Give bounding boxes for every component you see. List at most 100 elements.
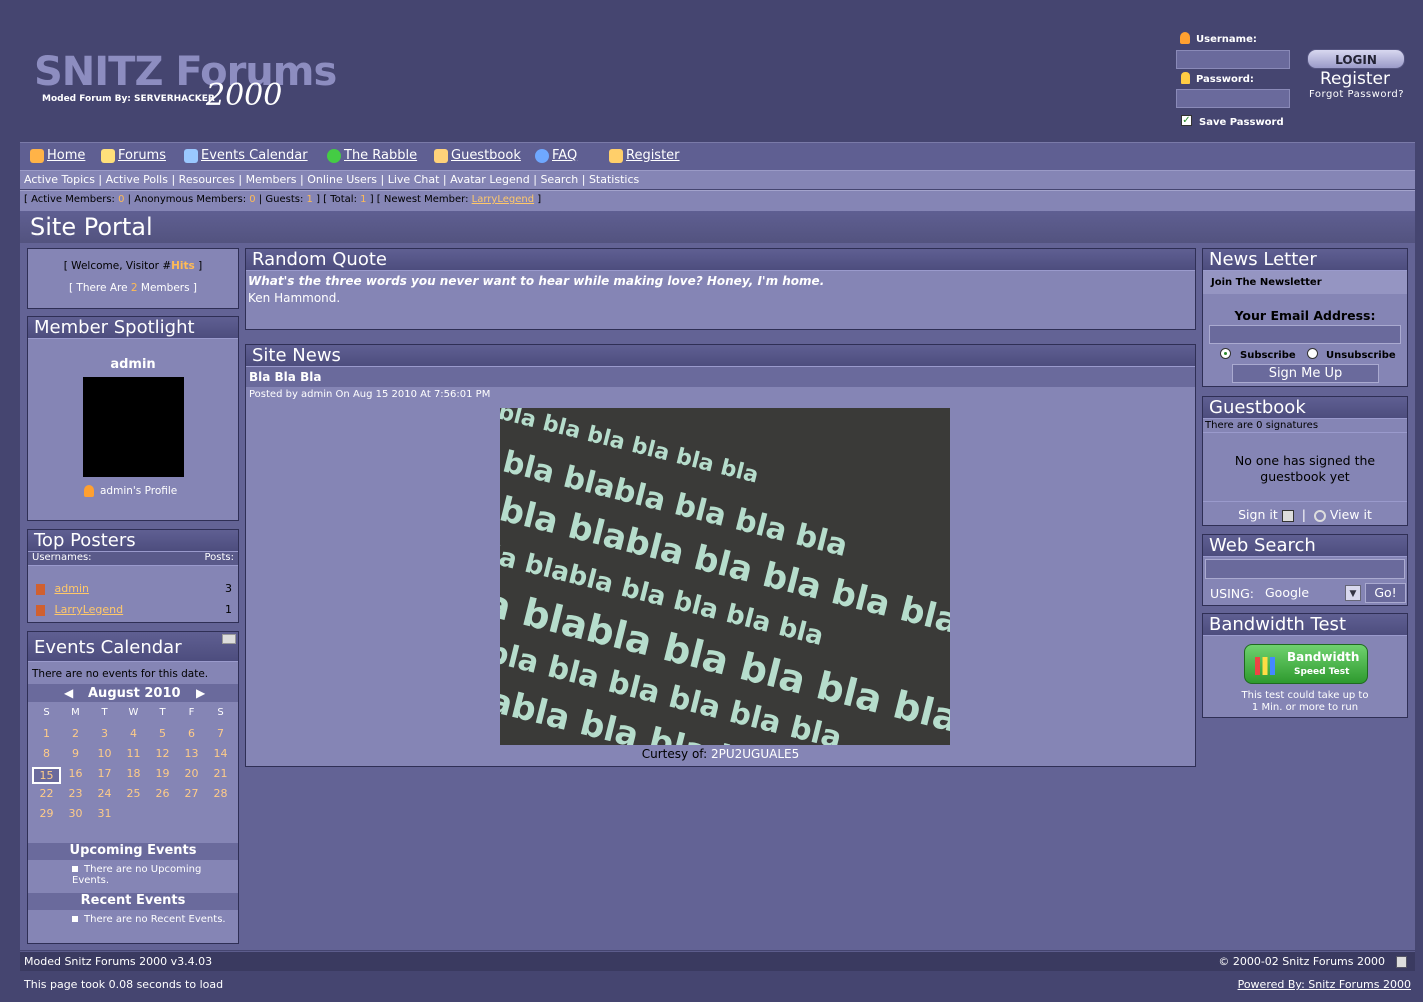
calendar-day[interactable]: 7 — [206, 727, 235, 740]
page-load-time: This page took 0.08 seconds to load — [24, 978, 224, 991]
calendar-day[interactable]: 25 — [119, 787, 148, 800]
calendar-day[interactable]: 11 — [119, 747, 148, 760]
sign-icon — [1281, 509, 1294, 522]
newsletter-title: News Letter — [1203, 249, 1407, 271]
calendar-day[interactable]: 26 — [148, 787, 177, 800]
calendar-empty — [206, 807, 235, 820]
calendar-day[interactable]: 29 — [32, 807, 61, 820]
guestbook-count: There are 0 signatures — [1203, 419, 1407, 433]
sign-guestbook-link[interactable]: Sign it — [1238, 507, 1294, 522]
members-text: [ There Are — [68, 282, 131, 294]
home-icon — [30, 148, 44, 163]
next-month-icon[interactable]: ▶ — [196, 686, 205, 700]
engine-select[interactable]: Google ▼ — [1261, 583, 1361, 603]
web-search-input[interactable] — [1205, 559, 1405, 579]
dow: M — [71, 707, 80, 718]
page-title: Site Portal — [30, 213, 153, 241]
go-button[interactable]: Go! — [1365, 583, 1406, 603]
forums-icon — [101, 148, 115, 163]
nav-home[interactable]: Home — [30, 148, 85, 163]
bandwidth-test-button[interactable]: Bandwidth Speed Test — [1244, 644, 1368, 684]
nav-guestbook[interactable]: Guestbook — [434, 148, 521, 163]
subnav-statistics[interactable]: Statistics — [589, 173, 639, 186]
recent-label: There are no Recent Events. — [84, 914, 226, 925]
save-password-checkbox[interactable]: ✓ — [1181, 115, 1192, 126]
prev-month-icon[interactable]: ◀ — [64, 686, 73, 700]
logo-subtitle: Moded Forum By: SERVERHACKER — [42, 94, 215, 104]
subscribe-radio[interactable] — [1220, 348, 1231, 359]
site-logo[interactable]: SNITZ Forums Moded Forum By: SERVERHACKE… — [34, 52, 337, 113]
calendar-day[interactable]: 18 — [119, 767, 148, 784]
view-guestbook-link[interactable]: View it — [1313, 507, 1372, 522]
calendar-day[interactable]: 2 — [61, 727, 90, 740]
user-icon — [1180, 32, 1190, 44]
subnav-resources[interactable]: Resources — [179, 173, 235, 186]
nav-the-rabble[interactable]: The Rabble — [327, 148, 417, 163]
calendar-day[interactable]: 14 — [206, 747, 235, 760]
forgot-password-link[interactable]: Forgot Password? — [1309, 89, 1404, 100]
table-row: LarryLegend 1 — [36, 603, 232, 616]
newsletter-email-input[interactable] — [1209, 325, 1401, 344]
subscribe-label: Subscribe — [1240, 350, 1296, 361]
register-link[interactable]: Register — [1320, 69, 1390, 89]
calendar-day[interactable]: 30 — [61, 807, 90, 820]
calendar-day[interactable]: 24 — [90, 787, 119, 800]
newest-member-link[interactable]: LarryLegend — [472, 194, 534, 205]
calendar-day[interactable]: 6 — [177, 727, 206, 740]
unsubscribe-radio[interactable] — [1307, 348, 1318, 359]
calendar-day[interactable]: 21 — [206, 767, 235, 784]
nav-faq[interactable]: FAQ — [535, 148, 577, 163]
pencil-icon — [434, 148, 448, 163]
calendar-day[interactable]: 31 — [90, 807, 119, 820]
recent-events-text: There are no Recent Events. — [72, 914, 232, 925]
login-button[interactable]: LOGIN — [1307, 49, 1405, 69]
nav-label: The Rabble — [344, 148, 418, 163]
calendar-day[interactable]: 3 — [90, 727, 119, 740]
calendar-day[interactable]: 9 — [61, 747, 90, 760]
calendar-day[interactable]: 27 — [177, 787, 206, 800]
nav-forums[interactable]: Forums — [101, 148, 166, 163]
calendar-day[interactable]: 17 — [90, 767, 119, 784]
calendar-day[interactable]: 8 — [32, 747, 61, 760]
medal-icon — [36, 604, 45, 616]
dow: T — [159, 707, 166, 718]
calendar-day[interactable]: 28 — [206, 787, 235, 800]
username-input[interactable] — [1176, 50, 1290, 69]
subnav-online-users[interactable]: Online Users — [307, 173, 377, 186]
password-input[interactable] — [1176, 89, 1290, 108]
powered-by-link[interactable]: Powered By: Snitz Forums 2000 — [1238, 978, 1411, 991]
calendar-day[interactable]: 22 — [32, 787, 61, 800]
calendar-day[interactable]: 20 — [177, 767, 206, 784]
nav-register[interactable]: Register — [609, 148, 680, 163]
nav-events-calendar[interactable]: Events Calendar — [184, 148, 308, 163]
page-icon[interactable] — [1396, 956, 1407, 968]
calendar-day[interactable]: 16 — [61, 767, 90, 784]
calendar-day[interactable]: 12 — [148, 747, 177, 760]
subnav-search[interactable]: Search — [540, 173, 578, 186]
subnav-active-topics[interactable]: Active Topics — [24, 173, 95, 186]
guestbook-title: Guestbook — [1203, 397, 1407, 419]
subnav-live-chat[interactable]: Live Chat — [388, 173, 440, 186]
sign-me-up-button[interactable]: Sign Me Up — [1232, 364, 1379, 383]
calendar-grid-icon[interactable] — [222, 634, 236, 644]
calendar-day[interactable]: 13 — [177, 747, 206, 760]
calendar-day[interactable]: 15 — [32, 767, 61, 784]
poster-link[interactable]: admin — [55, 582, 89, 595]
dow: F — [188, 707, 195, 718]
spotlight-profile-link[interactable]: admin's Profile — [84, 485, 177, 497]
calendar-day[interactable]: 19 — [148, 767, 177, 784]
calendar-day[interactable]: 1 — [32, 727, 61, 740]
footer-version: Moded Snitz Forums 2000 v3.4.03 — [24, 955, 213, 968]
subnav-members[interactable]: Members — [246, 173, 297, 186]
main-nav: Home Forums Events Calendar The Rabble G… — [20, 142, 1415, 170]
calendar-day[interactable]: 4 — [119, 727, 148, 740]
view-label: View it — [1329, 507, 1372, 522]
poster-link[interactable]: LarryLegend — [55, 603, 124, 616]
dow: W — [128, 707, 139, 718]
subnav-active-polls[interactable]: Active Polls — [106, 173, 168, 186]
calendar-week-row: 22 23 24 25 26 27 28 — [32, 787, 235, 800]
subnav-avatar-legend[interactable]: Avatar Legend — [450, 173, 530, 186]
calendar-day[interactable]: 5 — [148, 727, 177, 740]
calendar-day[interactable]: 23 — [61, 787, 90, 800]
calendar-day[interactable]: 10 — [90, 747, 119, 760]
